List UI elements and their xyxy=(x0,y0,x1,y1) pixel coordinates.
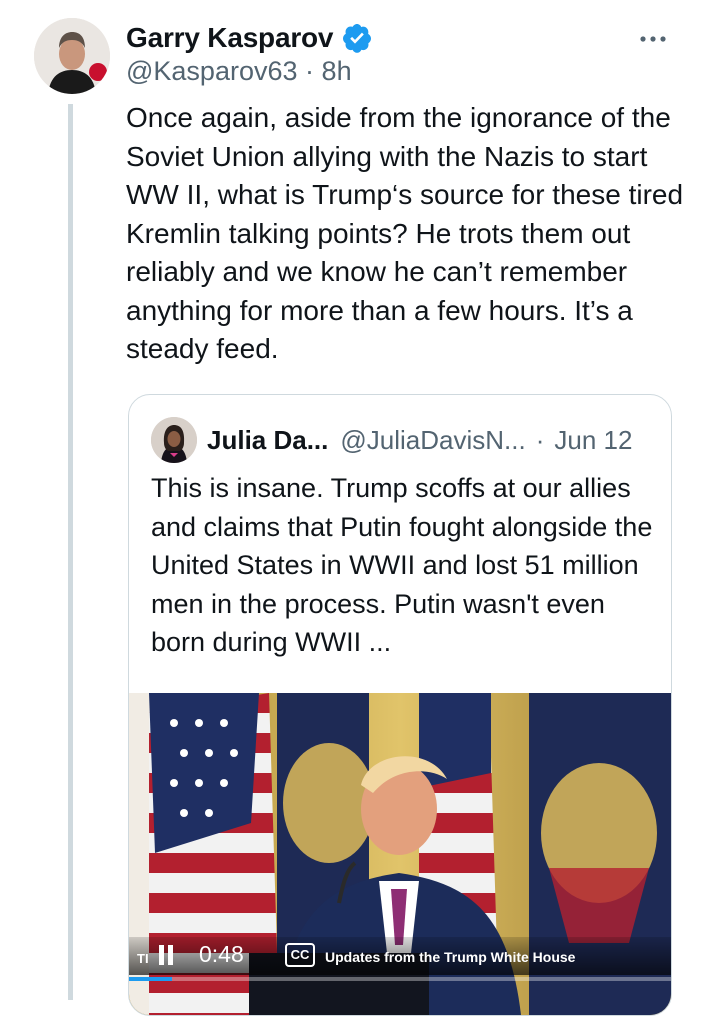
video-ticker-text: Updates from the Trump White House xyxy=(325,949,576,965)
quoted-tweet-text: This is insane. Trump scoffs at our alli… xyxy=(151,473,653,657)
pause-icon[interactable] xyxy=(159,944,193,966)
author-name[interactable]: Garry Kasparov xyxy=(126,22,334,54)
video-progress-fill xyxy=(129,977,173,981)
thread-line xyxy=(68,104,73,1000)
verified-badge-icon xyxy=(341,22,373,54)
pause-bar-right xyxy=(168,945,173,965)
video-progress-track[interactable] xyxy=(129,977,671,981)
quoted-author-name: Julia Da... xyxy=(207,424,329,455)
video-time: 0:48 xyxy=(199,941,244,967)
ticker-prefix: TI xyxy=(137,951,149,966)
tweet-text: Once again, aside from the ignorance of … xyxy=(126,102,684,364)
quoted-author-avatar xyxy=(151,417,197,463)
quoted-tweet-date: Jun 12 xyxy=(554,424,633,455)
closed-captions-icon[interactable]: CC xyxy=(285,943,315,967)
quoted-meta-separator: · xyxy=(535,424,545,455)
quoted-author-handle: @JuliaDavisN... xyxy=(340,424,526,455)
author-name-row: Garry Kasparov xyxy=(126,18,373,58)
author-meta: @Kasparov63 · 8h xyxy=(126,56,352,87)
quoted-tweet-header: Julia Da... @JuliaDavisN... · Jun 12 xyxy=(151,417,632,463)
author-handle[interactable]: @Kasparov63 xyxy=(126,56,298,86)
pause-bar-left xyxy=(159,945,164,965)
quoted-tweet[interactable]: Julia Da... @JuliaDavisN... · Jun 12 Thi… xyxy=(128,394,672,1016)
meta-separator: · xyxy=(305,56,315,86)
more-options-icon[interactable] xyxy=(635,24,671,54)
author-avatar[interactable] xyxy=(34,18,110,94)
tweet-time[interactable]: 8h xyxy=(322,56,352,86)
video-player[interactable]: TI 0:48 CC Updates from the Trump White … xyxy=(129,693,671,1015)
